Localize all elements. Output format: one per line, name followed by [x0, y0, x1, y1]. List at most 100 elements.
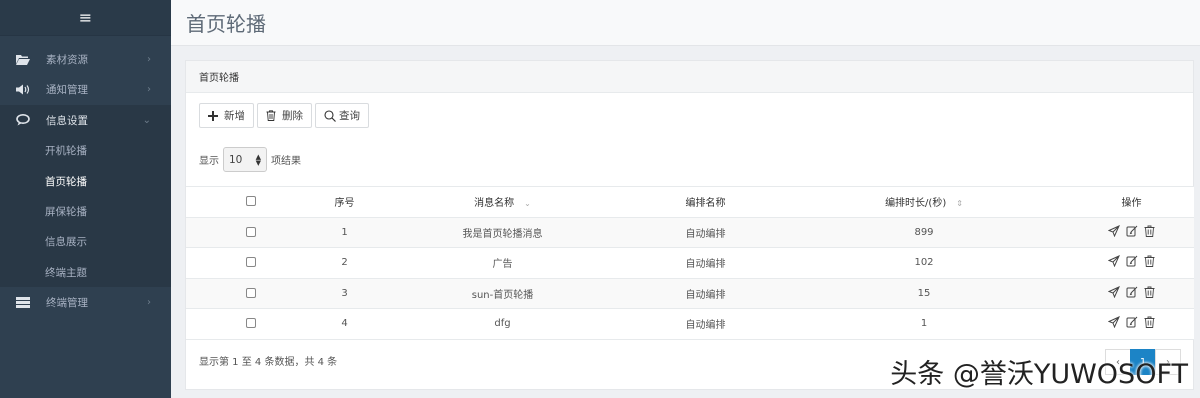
- row-select-cell: [186, 308, 316, 340]
- row-duration: 102: [779, 247, 1069, 278]
- send-icon[interactable]: [1108, 224, 1120, 237]
- table-row: 1 我是首页轮播消息 自动编排 899: [186, 216, 1194, 248]
- row-actions: [1069, 216, 1194, 248]
- trash-icon[interactable]: [1144, 255, 1155, 268]
- row-message-name: 我是首页轮播消息: [373, 216, 632, 248]
- server-icon: [16, 297, 38, 309]
- page-header: 首页轮播: [171, 0, 1200, 46]
- edit-icon[interactable]: [1126, 316, 1138, 328]
- column-header-label: 消息名称: [474, 198, 515, 210]
- page-size-value: 10: [229, 153, 243, 166]
- row-message-name: 广告: [373, 247, 632, 278]
- column-header-arrange-name: 编排名称: [632, 186, 779, 217]
- row-select-cell: [186, 247, 316, 278]
- content-panel: 首页轮播 新增 删除 查询 显示 10 ▲ ▼ 项结果 序号 消息名称 ⌄ 编排…: [185, 60, 1194, 390]
- trash-icon[interactable]: [1144, 225, 1155, 237]
- column-header-label: 编排时长/(秒): [885, 198, 947, 210]
- add-button[interactable]: 新增: [199, 103, 254, 128]
- delete-button-label: 删除: [282, 110, 303, 122]
- row-index: 1: [316, 216, 373, 248]
- row-index: 3: [316, 277, 373, 309]
- add-button-label: 新增: [224, 110, 245, 122]
- page-size-select[interactable]: 10 ▲ ▼: [223, 147, 267, 172]
- column-header-index: 序号: [316, 186, 373, 217]
- pagination-info: 显示第 1 至 4 条数据，共 4 条: [199, 357, 338, 368]
- row-duration: 1: [779, 308, 1069, 340]
- page-size-prefix: 显示: [199, 156, 219, 167]
- row-checkbox[interactable]: [246, 257, 256, 268]
- sidebar-subitem-boot-carousel[interactable]: 开机轮播: [0, 136, 171, 166]
- volume-icon: [16, 84, 38, 95]
- send-icon[interactable]: [1108, 316, 1120, 329]
- page-title: 首页轮播: [186, 12, 266, 36]
- row-duration: 15: [779, 277, 1069, 309]
- row-index: 4: [316, 308, 373, 340]
- sidebar-item-material[interactable]: 素材资源 ›: [0, 44, 171, 75]
- table-header-row: 序号 消息名称 ⌄ 编排名称 编排时长/(秒) ⇕ 操作: [186, 186, 1194, 217]
- row-message-name: sun-首页轮播: [373, 277, 632, 309]
- table-row: 3 sun-首页轮播 自动编排 15: [186, 277, 1194, 309]
- trash-icon: [266, 110, 276, 121]
- edit-icon[interactable]: [1126, 286, 1138, 298]
- sidebar-item-label: 终端管理: [46, 297, 88, 310]
- select-all-checkbox[interactable]: [246, 196, 256, 207]
- sidebar-subitem-home-carousel[interactable]: 首页轮播: [0, 166, 171, 196]
- chevron-right-icon: ›: [147, 53, 151, 65]
- trash-icon[interactable]: [1144, 286, 1155, 298]
- sidebar-item-label: 信息设置: [46, 114, 88, 127]
- sidebar: ≡ 素材资源 › 通知管理 › 信息设置 ⌄ 开机轮播 首页轮播 屏保轮播 信息…: [0, 0, 171, 398]
- panel-title: 首页轮播: [186, 61, 1193, 93]
- row-select-cell: [186, 277, 316, 309]
- page-size-control: 显示 10 ▲ ▼ 项结果: [199, 147, 301, 172]
- sidebar-submenu: 开机轮播 首页轮播 屏保轮播 信息展示 终端主题: [0, 135, 171, 288]
- send-icon[interactable]: [1108, 255, 1120, 268]
- row-arrange-name: 自动编排: [632, 308, 779, 340]
- row-arrange-name: 自动编排: [632, 216, 779, 248]
- column-header-duration[interactable]: 编排时长/(秒) ⇕: [779, 186, 1069, 217]
- sidebar-item-terminal[interactable]: 终端管理 ›: [0, 287, 171, 318]
- sort-both-icon: ⇕: [956, 199, 963, 209]
- row-duration: 899: [779, 216, 1069, 248]
- table-row: 4 dfg 自动编排 1: [186, 308, 1194, 340]
- sidebar-item-notice[interactable]: 通知管理 ›: [0, 75, 171, 106]
- row-actions: [1069, 308, 1194, 340]
- query-button-label: 查询: [339, 110, 360, 122]
- chevron-down-icon: ⌄: [142, 114, 151, 126]
- page-size-suffix: 项结果: [271, 156, 301, 167]
- edit-icon[interactable]: [1126, 255, 1138, 267]
- query-button[interactable]: 查询: [315, 103, 369, 128]
- row-message-name: dfg: [373, 308, 632, 340]
- menu-toggle-button[interactable]: ≡: [0, 0, 171, 36]
- sort-desc-icon: ⌄: [524, 199, 531, 209]
- row-actions: [1069, 247, 1194, 278]
- row-checkbox[interactable]: [246, 226, 256, 237]
- sidebar-item-info-settings[interactable]: 信息设置 ⌄: [0, 105, 171, 136]
- sidebar-subitem-info-display[interactable]: 信息展示: [0, 227, 171, 257]
- trash-icon[interactable]: [1144, 316, 1155, 329]
- row-checkbox[interactable]: [246, 318, 256, 329]
- row-checkbox[interactable]: [246, 287, 256, 298]
- sidebar-subitem-screensaver-carousel[interactable]: 屏保轮播: [0, 196, 171, 226]
- row-select-cell: [186, 216, 316, 248]
- row-index: 2: [316, 247, 373, 278]
- plus-icon: [208, 110, 218, 121]
- sidebar-subitem-terminal-theme[interactable]: 终端主题: [0, 257, 171, 287]
- sidebar-item-label: 素材资源: [46, 53, 88, 66]
- select-all-header: [186, 186, 316, 217]
- delete-button[interactable]: 删除: [257, 103, 312, 128]
- watermark: 头条 @誉沃YUWOSOFT: [890, 359, 1188, 390]
- row-arrange-name: 自动编排: [632, 247, 779, 278]
- select-arrows-icon: ▲ ▼: [255, 152, 261, 167]
- folder-open-icon: [16, 54, 38, 65]
- chat-bubble-icon: [16, 114, 38, 126]
- toolbar: 新增 删除 查询: [199, 103, 369, 128]
- send-icon[interactable]: [1108, 285, 1120, 298]
- menu-icon: ≡: [78, 8, 93, 27]
- sidebar-item-label: 通知管理: [46, 84, 88, 97]
- column-header-message-name[interactable]: 消息名称 ⌄: [373, 186, 632, 217]
- row-actions: [1069, 277, 1194, 309]
- main-content: 首页轮播 首页轮播 新增 删除 查询 显示 10 ▲ ▼ 项结果 序号 消息名称…: [171, 0, 1200, 398]
- edit-icon[interactable]: [1126, 225, 1138, 237]
- row-arrange-name: 自动编排: [632, 277, 779, 309]
- column-header-actions: 操作: [1069, 186, 1194, 217]
